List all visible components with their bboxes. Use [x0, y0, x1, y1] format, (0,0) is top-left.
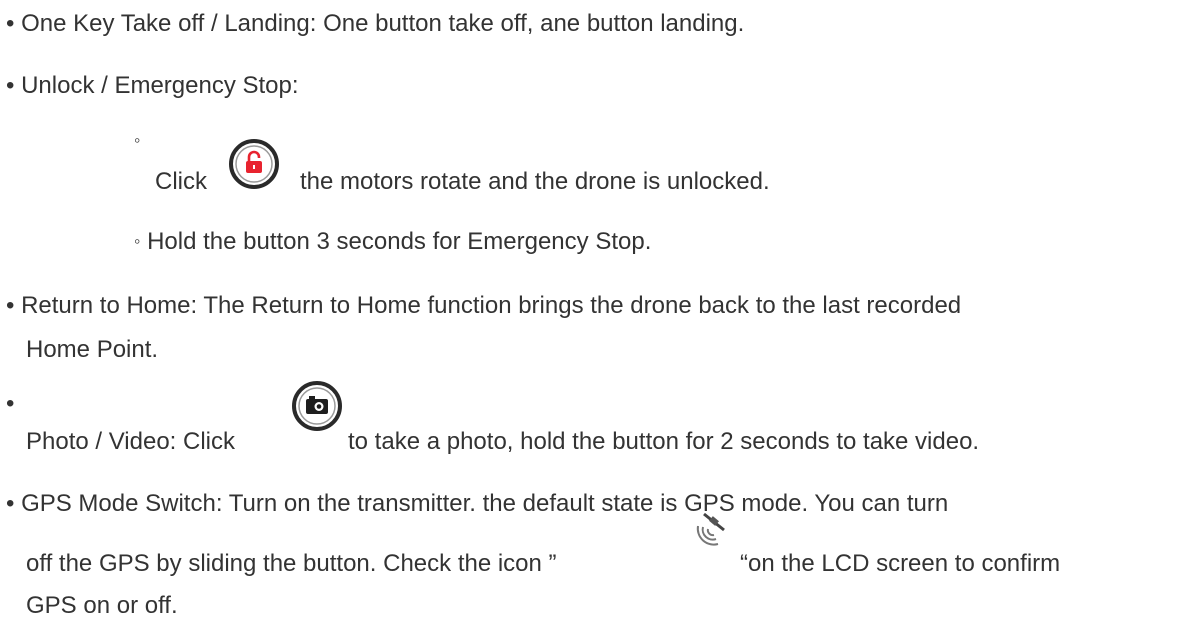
list-item-unlock-emergency: • Unlock / Emergency Stop: — [6, 70, 299, 102]
photo-video-label: Photo / Video: Click — [26, 428, 236, 455]
camera-button-icon — [292, 381, 342, 431]
bullet: • — [6, 292, 15, 319]
gps-line2-before-icon: off the GPS by sliding the button. Check… — [26, 550, 557, 577]
bullet: • — [6, 390, 15, 417]
item-text: GPS Mode Switch: Turn on the transmitter… — [21, 490, 949, 517]
item-text: Return to Home: The Return to Home funct… — [21, 292, 962, 319]
sub-item-after-text: the motors rotate and the drone is unloc… — [300, 168, 770, 195]
unlock-button-icon — [229, 139, 279, 189]
list-item-return-home: • Return to Home: The Return to Home fun… — [6, 290, 961, 322]
sub-item-click-label: Click — [155, 168, 207, 195]
bullet: • — [6, 490, 15, 517]
sub-bullet-marker: ◦ — [134, 130, 141, 150]
list-item-return-home-line2: Home Point. — [26, 336, 159, 363]
item-text: Unlock / Emergency Stop: — [21, 72, 299, 99]
sub-item-text: Hold the button 3 seconds for Emergency … — [147, 228, 652, 255]
gps-line2-after-icon: “on the LCD screen to confirm — [740, 550, 1061, 577]
list-item-gps-switch: • GPS Mode Switch: Turn on the transmitt… — [6, 488, 948, 520]
item-text: One Key Take off / Landing: One button t… — [21, 10, 745, 37]
list-item-one-key-takeoff: • One Key Take off / Landing: One button… — [6, 8, 744, 40]
gps-line3: GPS on or off. — [26, 592, 178, 619]
sub-item-emergency-stop: ◦ Hold the button 3 seconds for Emergenc… — [134, 226, 651, 259]
sub-bullet-marker: ◦ — [134, 231, 141, 251]
gps-satellite-icon — [696, 512, 725, 546]
bullet: • — [6, 72, 15, 99]
photo-video-after-text: to take a photo, hold the button for 2 s… — [348, 428, 980, 455]
bullet: • — [6, 10, 15, 37]
